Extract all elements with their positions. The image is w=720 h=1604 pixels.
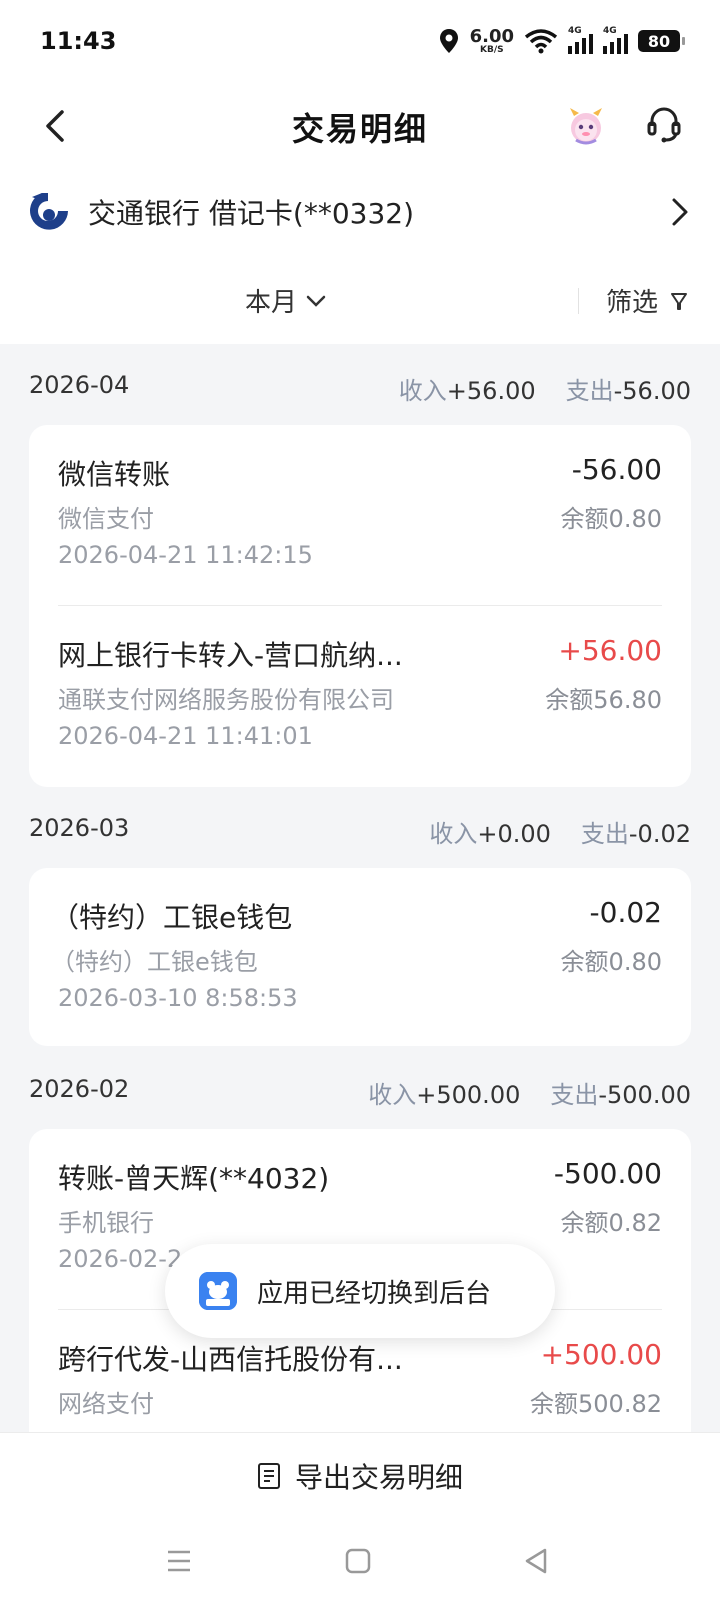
signal-icon-2: 4G xyxy=(603,26,628,54)
transaction-channel: 网络支付 xyxy=(58,1390,154,1418)
month-dropdown[interactable]: 本月 xyxy=(245,282,327,319)
transaction-row[interactable]: 网上银行卡转入-营口航纳... +56.00 通联支付网络服务股份有限公司 余额… xyxy=(29,606,691,782)
month-totals: 收入+500.00 支出-500.00 xyxy=(368,1081,691,1109)
account-selector[interactable]: 交通银行 借记卡(**0332) xyxy=(0,172,720,252)
wifi-icon xyxy=(524,29,558,54)
transaction-title: 转账-曾天辉(**4032) xyxy=(58,1162,330,1195)
transaction-time: 2026-04-21 11:41:01 xyxy=(58,722,313,750)
status-time: 11:43 xyxy=(40,27,117,55)
transaction-row[interactable]: （特约）工银e钱包 -0.02 （特约）工银e钱包 余额0.80 2026-03… xyxy=(29,868,691,1044)
back-nav-icon[interactable] xyxy=(521,1546,551,1576)
signal-icon-1: 4G xyxy=(568,26,593,54)
filter-divider xyxy=(578,288,579,314)
transaction-balance: 余额500.82 xyxy=(530,1390,662,1418)
month-title: 2026-03 xyxy=(29,814,130,842)
top-nav: 交易明细 xyxy=(0,82,720,172)
month-summary: 2026-02 收入+500.00 支出-500.00 xyxy=(0,1075,720,1111)
system-nav-bar xyxy=(0,1518,720,1604)
month-title: 2026-02 xyxy=(29,1075,130,1103)
document-icon xyxy=(257,1462,280,1489)
export-label: 导出交易明细 xyxy=(294,1460,463,1494)
month-totals: 收入+0.00 支出-0.02 xyxy=(429,820,691,848)
app-icon xyxy=(199,1272,237,1310)
transaction-channel: 手机银行 xyxy=(58,1209,154,1237)
filter-label: 筛选 xyxy=(606,288,659,318)
transaction-time: 2026-04-21 11:42:15 xyxy=(58,541,313,569)
chevron-right-icon xyxy=(672,198,688,226)
transaction-channel: 通联支付网络服务股份有限公司 xyxy=(58,686,394,714)
net-speed: 6.00 KB/S xyxy=(469,25,514,55)
transaction-amount: +56.00 xyxy=(558,634,662,667)
transaction-amount: -500.00 xyxy=(553,1157,662,1190)
transaction-channel: 微信支付 xyxy=(58,505,154,533)
transaction-time: 2026-02-2 xyxy=(58,1245,183,1273)
month-summary: 2026-03 收入+0.00 支出-0.02 xyxy=(0,814,720,850)
transaction-balance: 余额56.80 xyxy=(545,686,662,714)
transaction-title: 跨行代发-山西信托股份有... xyxy=(58,1343,403,1376)
page-title: 交易明细 xyxy=(291,110,428,148)
status-icons: 6.00 KB/S 4G 4G 80 xyxy=(438,25,685,55)
home-icon[interactable] xyxy=(343,1546,373,1576)
account-name: 交通银行 借记卡(**0332) xyxy=(88,197,415,230)
month-title: 2026-04 xyxy=(29,371,130,399)
month-summary: 2026-04 收入+56.00 支出-56.00 xyxy=(0,371,720,407)
filter-bar: 本月 筛选 xyxy=(0,252,720,344)
battery-icon: 80 xyxy=(638,30,685,52)
mascot-icon[interactable] xyxy=(568,106,604,146)
transaction-title: （特约）工银e钱包 xyxy=(51,901,293,934)
transaction-title: 网上银行卡转入-营口航纳... xyxy=(58,639,403,672)
month-label: 本月 xyxy=(245,288,298,318)
status-bar: 11:43 6.00 KB/S 4G 4G 80 xyxy=(0,0,720,82)
transaction-time: 2026-03-10 8:58:53 xyxy=(58,984,298,1012)
transaction-amount: +500.00 xyxy=(540,1338,662,1371)
transaction-channel: （特约）工银e钱包 xyxy=(51,948,258,976)
toast-text: 应用已经切换到后台 xyxy=(257,1278,492,1309)
month-totals: 收入+56.00 支出-56.00 xyxy=(398,377,691,405)
funnel-icon xyxy=(671,292,688,310)
export-button[interactable]: 导出交易明细 xyxy=(0,1432,720,1518)
customer-service-icon[interactable] xyxy=(646,104,682,144)
transaction-balance: 余额0.82 xyxy=(560,1209,662,1237)
transaction-title: 微信转账 xyxy=(58,458,171,491)
bank-logo-icon xyxy=(30,193,68,230)
background-toast: 应用已经切换到后台 xyxy=(165,1244,555,1338)
transaction-balance: 余额0.80 xyxy=(560,505,662,533)
transaction-card: （特约）工银e钱包 -0.02 （特约）工银e钱包 余额0.80 2026-03… xyxy=(29,868,691,1046)
location-icon xyxy=(439,29,458,53)
transaction-amount: -56.00 xyxy=(571,453,662,486)
transaction-card: 微信转账 -56.00 微信支付 余额0.80 2026-04-21 11:42… xyxy=(29,425,691,787)
menu-icon[interactable] xyxy=(164,1546,194,1576)
transaction-amount: -0.02 xyxy=(589,896,662,929)
transaction-row[interactable]: 微信转账 -56.00 微信支付 余额0.80 2026-04-21 11:42… xyxy=(29,425,691,601)
filter-button[interactable]: 筛选 xyxy=(606,282,688,319)
transaction-balance: 余额0.80 xyxy=(560,948,662,976)
chevron-down-icon xyxy=(306,295,326,307)
